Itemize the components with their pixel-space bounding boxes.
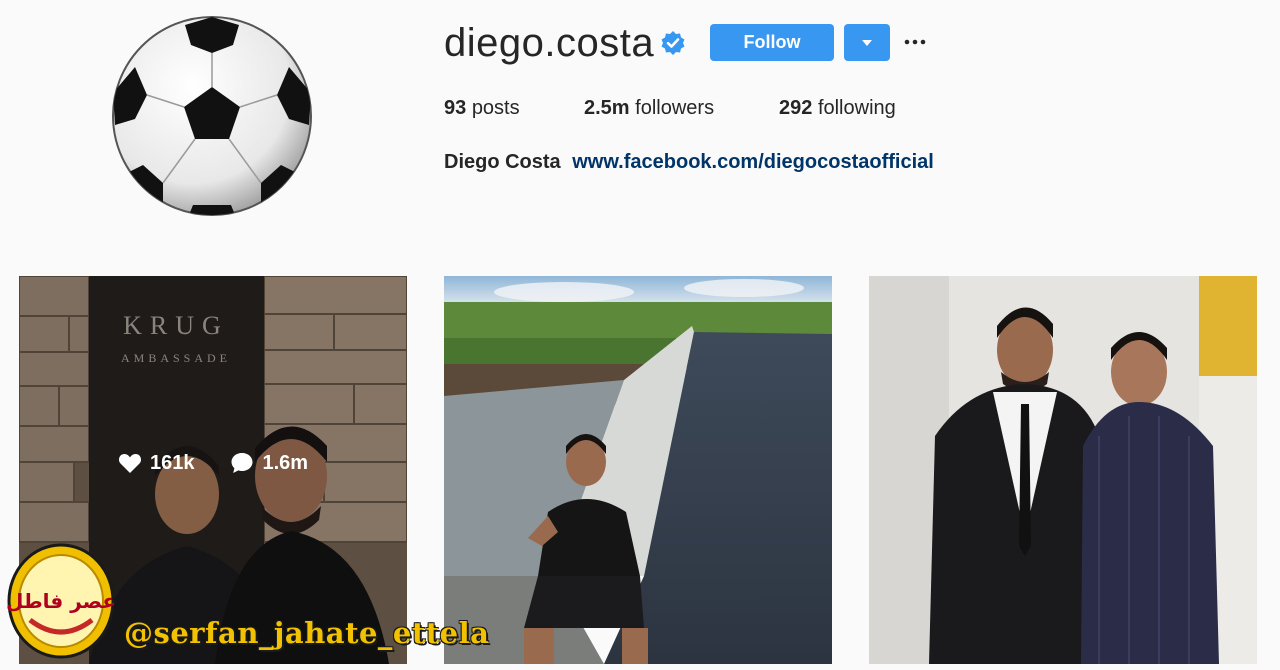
watermark-logo-text: عصر فاطل [6,589,116,613]
post-thumbnail-3[interactable]: CABANA [869,276,1257,664]
posts-count: 93 [444,97,467,119]
followers-count: 2.5m [584,97,630,119]
post-likes: 161k [118,451,195,475]
comments-count: 1.6m [262,451,309,474]
suggestions-dropdown-button[interactable] [844,24,890,61]
chevron-down-icon [862,39,872,46]
followers-label: followers [635,97,715,119]
profile-avatar[interactable] [111,15,313,217]
likes-count: 161k [149,451,195,474]
post-image-3: CABANA [869,276,1257,664]
watermark-handle: @serfan_jahate_ettela [124,616,490,650]
more-options-button[interactable] [902,30,928,54]
verified-badge-icon [660,30,686,56]
posts-label: posts [471,97,520,119]
profile-full-name: Diego Costa [444,151,561,173]
soccer-ball-avatar-icon [112,16,312,216]
profile-bio: Diego Costa www.facebook.com/diegocostao… [444,148,934,176]
posts-stat: 93 posts [444,94,520,122]
follow-button[interactable]: Follow [710,24,834,61]
post-thumbnail-2[interactable] [444,276,832,664]
followers-stat[interactable]: 2.5m followers [584,94,714,122]
watermark-logo: عصر فاطل [6,542,116,660]
more-options-icon [904,39,926,45]
post-comments: 1.6m [230,451,308,475]
heart-icon [118,454,141,473]
following-count: 292 [779,97,813,119]
post-image-2 [444,276,832,664]
following-stat[interactable]: 292 following [779,94,896,122]
following-label: following [817,97,896,119]
profile-website-link[interactable]: www.facebook.com/diegocostaofficial [572,151,934,173]
profile-username: diego.costa [444,21,655,65]
comment-icon [231,453,253,473]
